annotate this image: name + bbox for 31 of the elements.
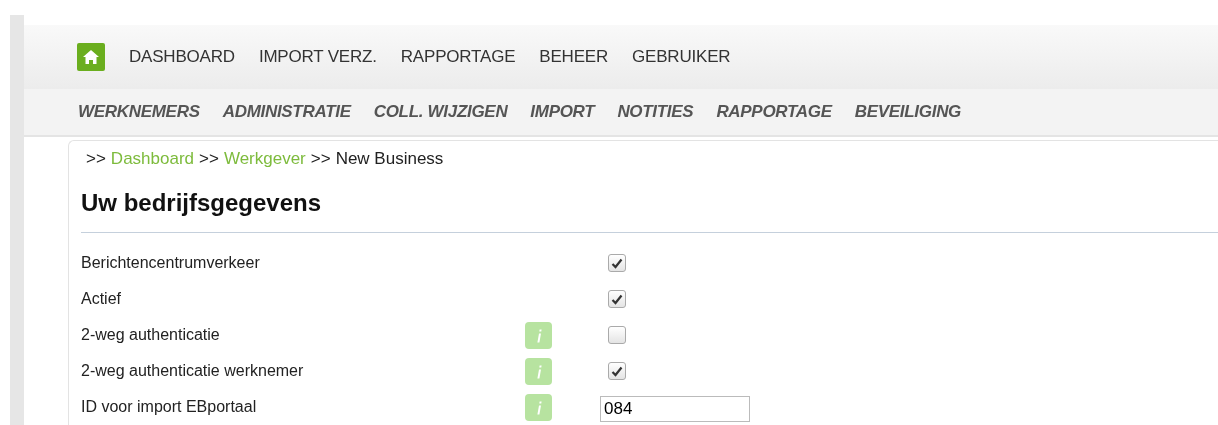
checkbox[interactable]	[608, 362, 626, 380]
subnav-link[interactable]: RAPPORTAGE	[716, 101, 832, 122]
checkbox[interactable]	[608, 254, 626, 272]
checkbox[interactable]	[608, 290, 626, 308]
subnav-link[interactable]: NOTITIES	[617, 101, 694, 122]
info-icon[interactable]	[525, 393, 552, 421]
field-label: ID voor import EBportaal	[81, 398, 258, 416]
info-icon[interactable]	[525, 357, 552, 385]
breadcrumb-current: New Business	[335, 149, 444, 169]
nav-link[interactable]: RAPPORTAGE	[400, 46, 516, 67]
subnav-link[interactable]: IMPORT	[530, 101, 595, 122]
subnav-link[interactable]: WERKNEMERS	[78, 101, 200, 122]
field-label: Berichtencentrumverkeer	[81, 254, 261, 272]
breadcrumb-separator: >>	[199, 149, 219, 169]
field-label: 2-weg authenticatie werknemer	[81, 362, 305, 380]
checkbox[interactable]	[608, 326, 626, 344]
nav-link[interactable]: BEHEER	[539, 46, 608, 67]
input-field[interactable]: 084	[600, 396, 750, 422]
page-heading: Uw bedrijfsgegevens	[81, 189, 323, 217]
nav-link[interactable]: IMPORT VERZ.	[258, 46, 377, 67]
field-label: Actief	[81, 290, 122, 308]
subnav-link[interactable]: ADMINISTRATIE	[222, 101, 351, 122]
subnav-link[interactable]: BEVEILIGING	[854, 101, 962, 122]
field-label: 2-weg authenticatie	[81, 326, 221, 344]
breadcrumb-separator: >>	[86, 149, 106, 169]
info-icon[interactable]	[525, 321, 552, 349]
nav-link[interactable]: DASHBOARD	[129, 46, 235, 67]
nav-link[interactable]: GEBRUIKER	[632, 46, 731, 67]
subnav-link[interactable]: COLL. WIJZIGEN	[373, 101, 508, 122]
breadcrumb-separator: >>	[310, 149, 331, 169]
home-icon[interactable]	[77, 42, 105, 71]
